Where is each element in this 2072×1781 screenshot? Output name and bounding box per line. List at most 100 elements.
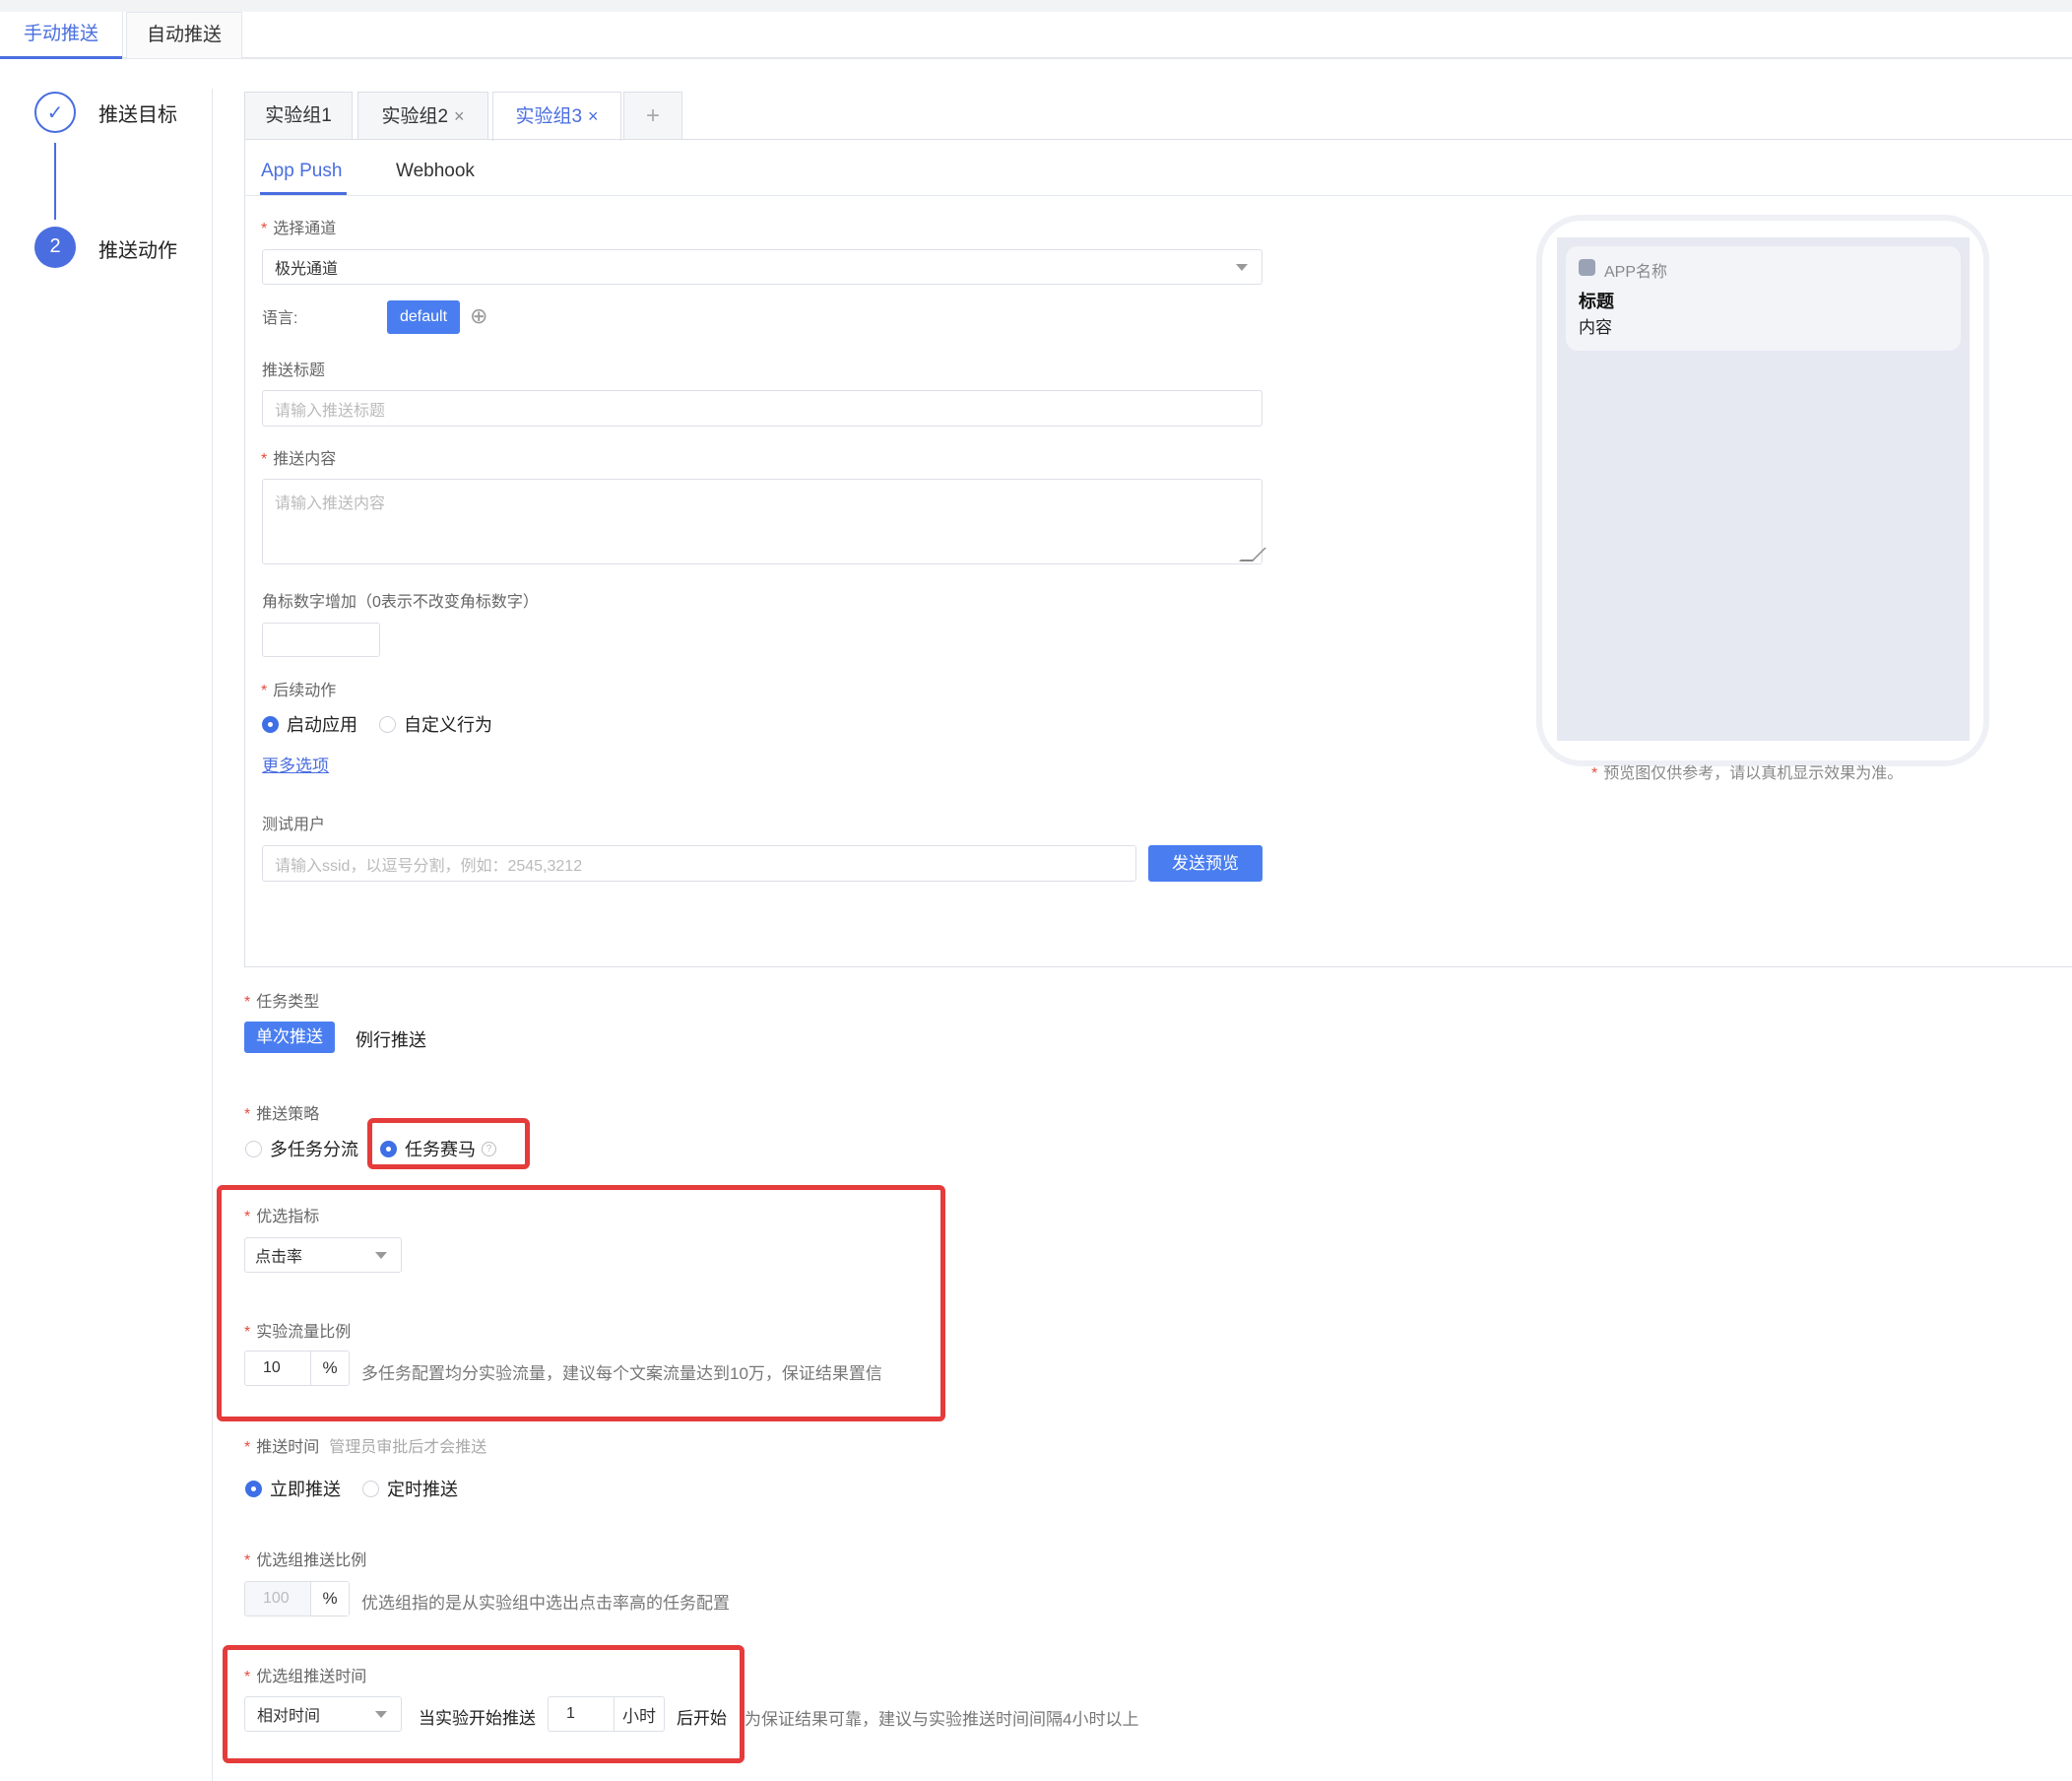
traffic-value: 10 (263, 1359, 281, 1376)
metric-select[interactable]: 点击率 (244, 1237, 402, 1273)
language-default-tag[interactable]: default (387, 300, 460, 334)
metric-label-text: 优选指标 (256, 1209, 320, 1225)
tab-group-3[interactable]: 实验组3 × (492, 92, 621, 141)
add-language-icon[interactable]: ⊕ (470, 303, 487, 329)
language-label: 语言: (262, 310, 298, 327)
push-title-label: 推送标题 (262, 363, 326, 379)
tab-group-2[interactable]: 实验组2 × (357, 92, 488, 139)
preferred-time-mode-select[interactable]: 相对时间 (244, 1696, 402, 1732)
preview-title: 标题 (1579, 292, 1614, 311)
push-time-label: * 推送时间 管理员审批后才会推送 (244, 1433, 486, 1457)
send-preview-button[interactable]: 发送预览 (1148, 845, 1263, 882)
tab-group-3-label: 实验组3 (515, 106, 583, 127)
more-options-link[interactable]: 更多选项 (262, 752, 329, 776)
tab-app-push[interactable]: App Push (261, 161, 342, 182)
add-group-button[interactable]: + (623, 92, 682, 139)
strategy-label-text: 推送策略 (256, 1106, 320, 1123)
hours-unit-suffix: 小时 (614, 1697, 664, 1731)
required-mark: * (244, 1324, 251, 1341)
time-option-immediate[interactable]: 立即推送 (245, 1476, 341, 1501)
time-option-scheduled-label: 定时推送 (387, 1480, 458, 1499)
push-time-hint: 管理员审批后才会推送 (329, 1439, 487, 1456)
step-1-check-icon: ✓ (34, 92, 76, 133)
push-content-textarea[interactable]: 请输入推送内容 (262, 479, 1263, 564)
radio-unchecked-icon (245, 1140, 262, 1157)
step-connector (54, 143, 56, 220)
action-label-text: 后续动作 (273, 683, 337, 699)
task-type-label-text: 任务类型 (256, 994, 320, 1011)
strategy-option-split-label: 多任务分流 (270, 1140, 358, 1159)
required-mark: * (244, 994, 251, 1011)
required-mark: * (244, 1439, 251, 1456)
test-user-input[interactable]: 请输入ssid，以逗号分割，例如：2545,3212 (262, 845, 1136, 882)
top-strip (0, 0, 2072, 12)
preferred-ratio-value: 100 (263, 1590, 290, 1607)
test-user-placeholder: 请输入ssid，以逗号分割，例如：2545,3212 (275, 857, 583, 875)
tab-auto-push[interactable]: 自动推送 (126, 12, 242, 58)
preview-note-text: 预览图仅供参考，请以真机显示效果为准。 (1603, 765, 1904, 782)
preferred-time-label: * 优选组推送时间 (244, 1663, 366, 1686)
highlight-box-metric-traffic (217, 1185, 945, 1421)
badge-label: 角标数字增加（0表示不改变角标数字） (262, 594, 539, 611)
traffic-help: 多任务配置均分实验流量，建议每个文案流量达到10万，保证结果置信 (361, 1364, 882, 1383)
tab-group-1-label: 实验组1 (265, 105, 332, 126)
close-icon[interactable]: × (588, 106, 599, 126)
preferred-ratio-label: * 优选组推送比例 (244, 1547, 366, 1570)
radio-unchecked-icon (379, 715, 396, 733)
panel-bottom-border (244, 966, 2072, 967)
tab-webhook[interactable]: Webhook (396, 161, 475, 182)
task-type-single-button[interactable]: 单次推送 (244, 1022, 335, 1053)
channel-label-text: 选择通道 (273, 221, 337, 237)
push-title-placeholder: 请输入推送标题 (275, 402, 386, 420)
time-option-scheduled[interactable]: 定时推送 (362, 1476, 458, 1501)
action-option-launch[interactable]: 启动应用 (262, 711, 357, 737)
task-type-routine-button[interactable]: 例行推送 (356, 1026, 426, 1052)
strategy-label: * 推送策略 (244, 1100, 319, 1124)
close-icon[interactable]: × (454, 106, 465, 126)
required-mark: * (244, 1106, 251, 1123)
radio-checked-icon (262, 715, 279, 733)
traffic-label: * 实验流量比例 (244, 1318, 351, 1342)
preferred-ratio-input: 100% (244, 1581, 350, 1616)
action-option-custom[interactable]: 自定义行为 (379, 711, 492, 737)
preferred-time-prefix: 当实验开始推送 (419, 1709, 536, 1728)
channel-label: * 选择通道 (261, 215, 336, 238)
time-option-immediate-label: 立即推送 (270, 1480, 341, 1499)
traffic-input[interactable]: 10% (244, 1351, 350, 1386)
required-mark: * (1591, 765, 1598, 782)
push-content-label: * 推送内容 (261, 445, 336, 469)
tab-group-2-label: 实验组2 (381, 106, 449, 127)
tab-manual-push[interactable]: 手动推送 (0, 12, 122, 59)
step-1-label: 推送目标 (98, 104, 177, 126)
tab-group-1[interactable]: 实验组1 (244, 92, 353, 139)
main-tabs: 手动推送 自动推送 (0, 12, 2072, 59)
highlight-box-strategy (367, 1118, 530, 1169)
steps-divider (212, 89, 213, 1781)
preview-note: * 预览图仅供参考，请以真机显示效果为准。 (1591, 759, 1903, 783)
required-mark: * (244, 1669, 251, 1685)
preferred-time-hours-input[interactable]: 1 小时 (548, 1696, 665, 1732)
task-type-label: * 任务类型 (244, 988, 319, 1012)
push-content-label-text: 推送内容 (273, 451, 337, 468)
preferred-ratio-label-text: 优选组推送比例 (256, 1552, 367, 1569)
preferred-ratio-help: 优选组指的是从实验组中选出点击率高的任务配置 (361, 1594, 730, 1613)
percent-suffix: % (310, 1582, 349, 1616)
radio-unchecked-icon (362, 1480, 379, 1497)
step-2-label: 推送动作 (98, 240, 177, 262)
strategy-option-split[interactable]: 多任务分流 (245, 1136, 358, 1161)
preferred-time-help: 为保证结果可靠，建议与实验推送时间间隔4小时以上 (745, 1710, 1139, 1729)
metric-value: 点击率 (255, 1249, 303, 1266)
required-mark: * (261, 683, 268, 699)
tab-divider (122, 12, 123, 57)
preview-app-name: APP名称 (1604, 264, 1668, 281)
badge-input[interactable] (262, 623, 380, 657)
step-2-indicator: 2 (34, 227, 76, 268)
test-user-label: 测试用户 (262, 817, 326, 833)
channel-select[interactable]: 极光通道 (262, 249, 1263, 285)
preferred-time-hours-value: 1 (566, 1705, 575, 1722)
app-icon (1579, 259, 1595, 276)
channel-value: 极光通道 (275, 261, 339, 278)
push-title-input[interactable]: 请输入推送标题 (262, 390, 1263, 427)
action-label: * 后续动作 (261, 677, 336, 700)
chevron-down-icon (375, 1711, 387, 1718)
